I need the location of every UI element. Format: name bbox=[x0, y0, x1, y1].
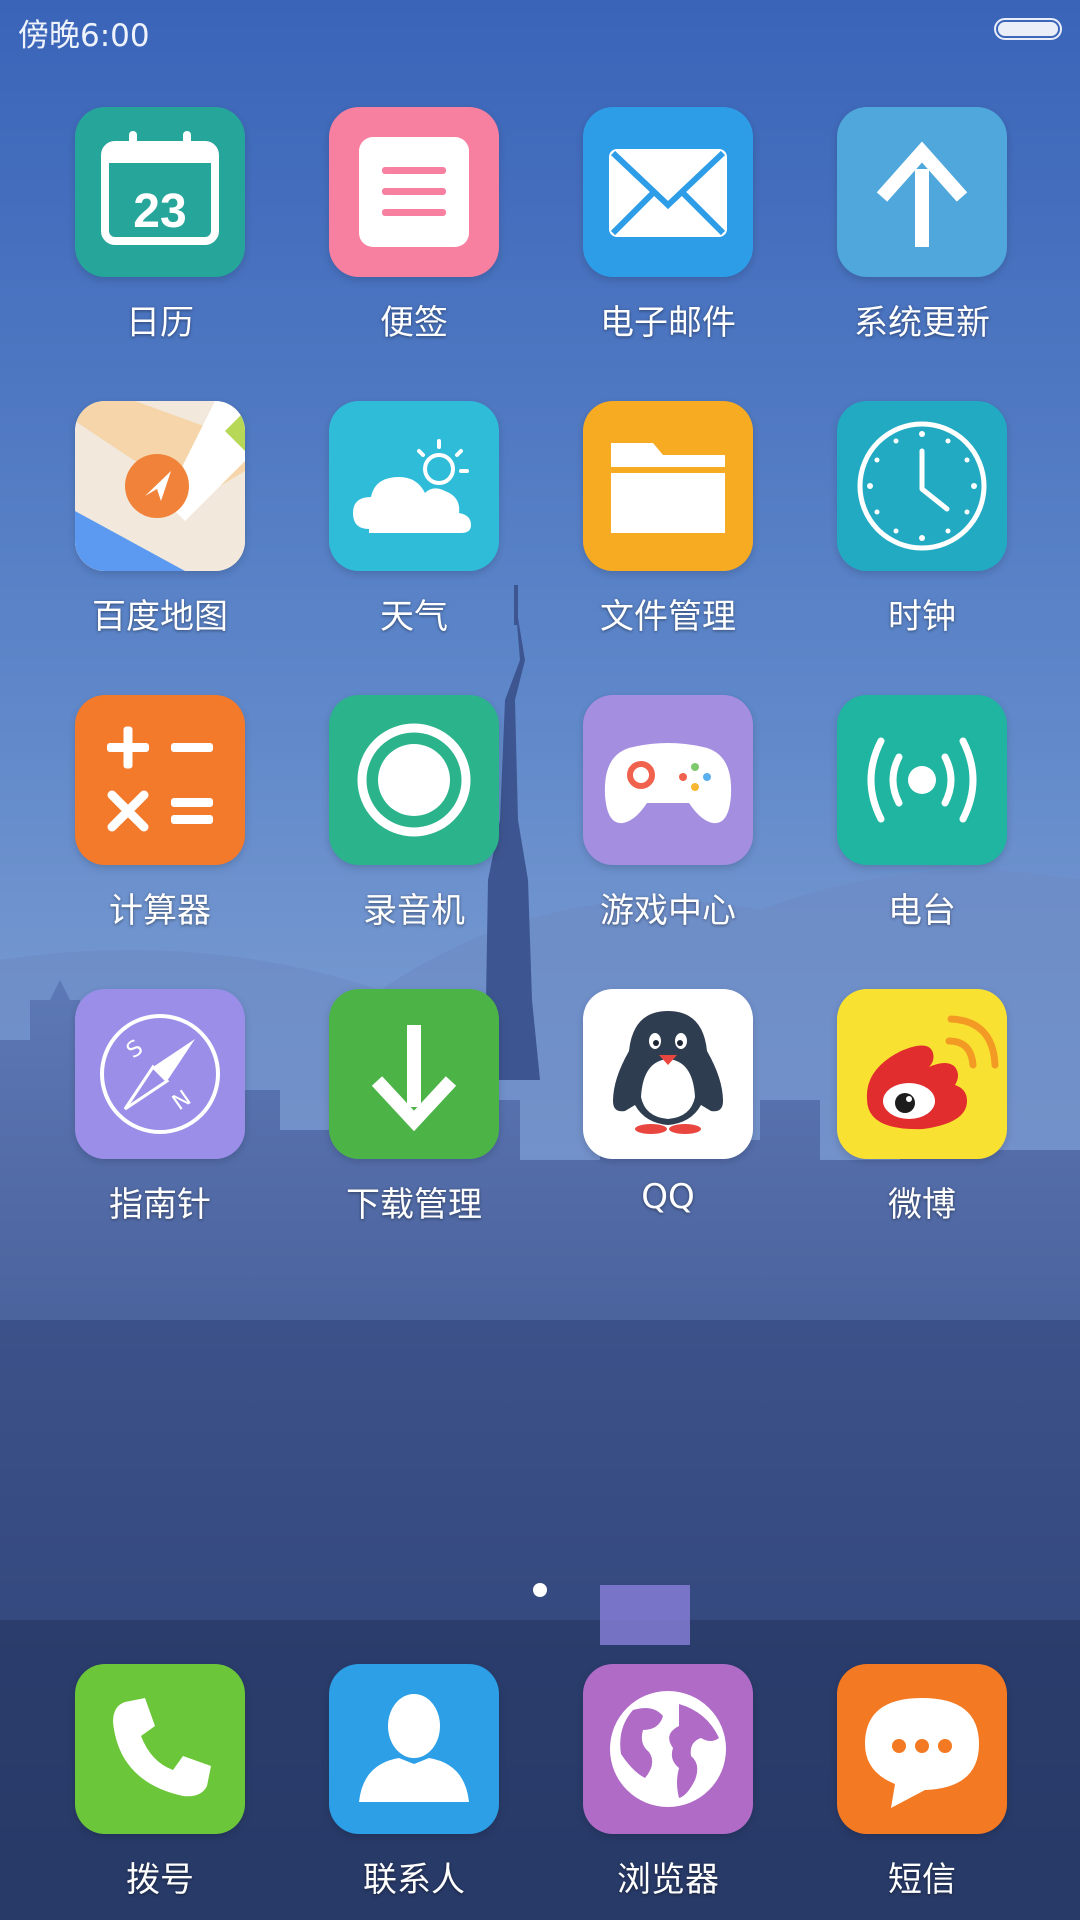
app-radio[interactable]: 电台 bbox=[802, 695, 1022, 935]
status-time: 傍晚6:00 bbox=[18, 18, 150, 54]
app-system-update[interactable]: 系统更新 bbox=[802, 107, 1022, 347]
update-arrow-icon bbox=[837, 107, 1007, 277]
app-label: QQ bbox=[641, 1177, 695, 1217]
svg-text:N: N bbox=[168, 1086, 196, 1116]
page-indicator-dot bbox=[533, 1583, 547, 1597]
mail-icon bbox=[583, 107, 753, 277]
app-qq[interactable]: QQ bbox=[548, 989, 768, 1229]
calculator-icon bbox=[75, 695, 245, 865]
status-bar: 傍晚6:00 bbox=[0, 0, 1080, 60]
app-weibo[interactable]: 微博 bbox=[802, 989, 1022, 1229]
app-label: 文件管理 bbox=[600, 597, 736, 637]
weibo-icon bbox=[837, 989, 1007, 1159]
calendar-date: 23 bbox=[133, 185, 186, 238]
globe-icon bbox=[583, 1664, 753, 1834]
app-notes[interactable]: 便签 bbox=[294, 107, 514, 347]
app-weather[interactable]: 天气 bbox=[294, 401, 514, 641]
dock-phone[interactable]: 拨号 bbox=[40, 1664, 260, 1904]
app-compass[interactable]: S N 指南针 bbox=[40, 989, 260, 1229]
app-label: 浏览器 bbox=[617, 1860, 719, 1900]
app-game-center[interactable]: 游戏中心 bbox=[548, 695, 768, 935]
app-calendar[interactable]: 23 日历 bbox=[40, 107, 260, 347]
radio-broadcast-icon bbox=[837, 695, 1007, 865]
app-label: 便签 bbox=[380, 303, 448, 343]
app-baidu-map[interactable]: 百度地图 bbox=[40, 401, 260, 641]
folder-icon bbox=[583, 401, 753, 571]
app-label: 电台 bbox=[888, 891, 956, 931]
app-label: 微博 bbox=[888, 1185, 956, 1225]
svg-text:S: S bbox=[122, 1035, 148, 1063]
download-arrow-icon bbox=[329, 989, 499, 1159]
app-label: 百度地图 bbox=[92, 597, 228, 637]
recorder-icon bbox=[329, 695, 499, 865]
battery-icon bbox=[994, 18, 1062, 40]
app-label: 下载管理 bbox=[346, 1185, 482, 1225]
compass-icon: S N bbox=[75, 989, 245, 1159]
app-clock[interactable]: 时钟 bbox=[802, 401, 1022, 641]
clock-icon bbox=[837, 401, 1007, 571]
dock-contacts[interactable]: 联系人 bbox=[294, 1664, 514, 1904]
dock-messages[interactable]: 短信 bbox=[802, 1664, 1022, 1904]
app-label: 电子邮件 bbox=[600, 303, 736, 343]
app-label: 联系人 bbox=[363, 1860, 465, 1900]
app-file-manager[interactable]: 文件管理 bbox=[548, 401, 768, 641]
weather-cloud-sun-icon bbox=[329, 401, 499, 571]
app-label: 指南针 bbox=[109, 1185, 211, 1225]
app-label: 计算器 bbox=[109, 891, 211, 931]
gamepad-icon bbox=[583, 695, 753, 865]
app-download-manager[interactable]: 下载管理 bbox=[294, 989, 514, 1229]
app-label: 天气 bbox=[380, 597, 448, 637]
app-calculator[interactable]: 计算器 bbox=[40, 695, 260, 935]
app-label: 短信 bbox=[888, 1860, 956, 1900]
app-label: 日历 bbox=[126, 303, 194, 343]
app-label: 系统更新 bbox=[854, 303, 990, 343]
phone-icon bbox=[75, 1664, 245, 1834]
app-label: 游戏中心 bbox=[600, 891, 736, 931]
app-recorder[interactable]: 录音机 bbox=[294, 695, 514, 935]
qq-penguin-icon bbox=[583, 989, 753, 1159]
message-bubble-icon bbox=[837, 1664, 1007, 1834]
app-email[interactable]: 电子邮件 bbox=[548, 107, 768, 347]
contact-person-icon bbox=[329, 1664, 499, 1834]
map-icon bbox=[75, 401, 245, 571]
calendar-icon: 23 bbox=[75, 107, 245, 277]
app-label: 录音机 bbox=[363, 891, 465, 931]
app-label: 拨号 bbox=[126, 1860, 194, 1900]
notes-icon bbox=[329, 107, 499, 277]
dock-browser[interactable]: 浏览器 bbox=[548, 1664, 768, 1904]
app-label: 时钟 bbox=[888, 597, 956, 637]
